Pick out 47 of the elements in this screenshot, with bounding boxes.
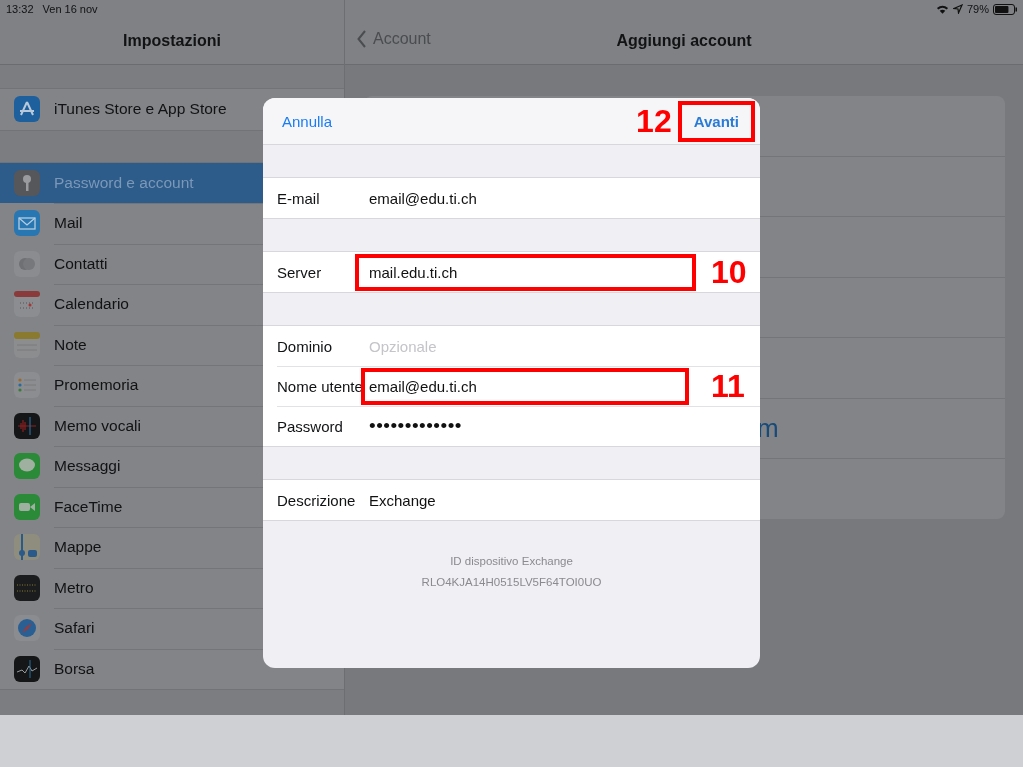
status-date: Ven 16 nov xyxy=(42,3,98,15)
page-title: Aggiungi account xyxy=(616,32,752,50)
next-button[interactable]: Avanti xyxy=(677,100,755,142)
battery-percentage: 79% xyxy=(966,3,989,15)
key-icon xyxy=(14,169,40,196)
settings-item[interactable]: Safari xyxy=(0,608,344,649)
notes-icon xyxy=(14,331,40,358)
sidebar-title: Impostazioni xyxy=(123,32,221,50)
speech-bubble-icon xyxy=(14,453,40,480)
field-label: Nome utente xyxy=(277,377,364,395)
field-value[interactable]: mail.edu.ti.ch xyxy=(369,263,649,281)
field-label: Password xyxy=(277,417,344,435)
compass-icon xyxy=(14,615,40,642)
settings-item[interactable]: Mappe xyxy=(0,527,344,568)
field-label: Descrizione xyxy=(277,491,357,509)
waveform-icon xyxy=(14,412,40,439)
ruler-icon xyxy=(14,574,40,601)
app-store-icon xyxy=(14,96,40,123)
annotation-number: 10 xyxy=(711,254,747,291)
settings-item[interactable]: Messaggi xyxy=(0,446,344,487)
field-value[interactable]: email@edu.ti.ch xyxy=(369,377,649,395)
list-icon xyxy=(14,372,40,399)
password-field[interactable]: ••••••••••••• xyxy=(369,415,649,437)
contacts-icon xyxy=(14,250,40,277)
map-icon xyxy=(14,534,40,561)
settings-item[interactable]: Borsa xyxy=(0,648,344,689)
status-time: 13:32 xyxy=(6,3,34,15)
stock-chart-icon xyxy=(14,655,40,682)
text-field[interactable]: Opzionale xyxy=(369,337,649,355)
field-value[interactable]: Exchange xyxy=(369,491,649,509)
settings-item[interactable]: Metro xyxy=(0,567,344,608)
chevron-left-icon xyxy=(357,30,367,48)
field-label: Dominio xyxy=(277,337,334,355)
video-camera-icon xyxy=(14,493,40,520)
battery-icon xyxy=(993,3,1017,15)
annotation-number: 12 xyxy=(636,102,672,140)
field-label: Server xyxy=(277,263,323,281)
footer-text: RLO4KJA14H0515LV5F64TOI0UO xyxy=(421,576,602,588)
cancel-button[interactable]: Annulla xyxy=(282,112,333,130)
location-arrow-icon xyxy=(952,4,963,14)
calendar-icon xyxy=(14,291,40,318)
envelope-icon xyxy=(14,210,40,237)
settings-item[interactable]: Calendario xyxy=(0,284,344,325)
field-value[interactable]: email@edu.ti.ch xyxy=(369,189,649,207)
footer-text: ID dispositivo Exchange xyxy=(450,555,573,567)
annotation-number: 11 xyxy=(711,368,745,405)
wifi-icon xyxy=(935,4,949,14)
